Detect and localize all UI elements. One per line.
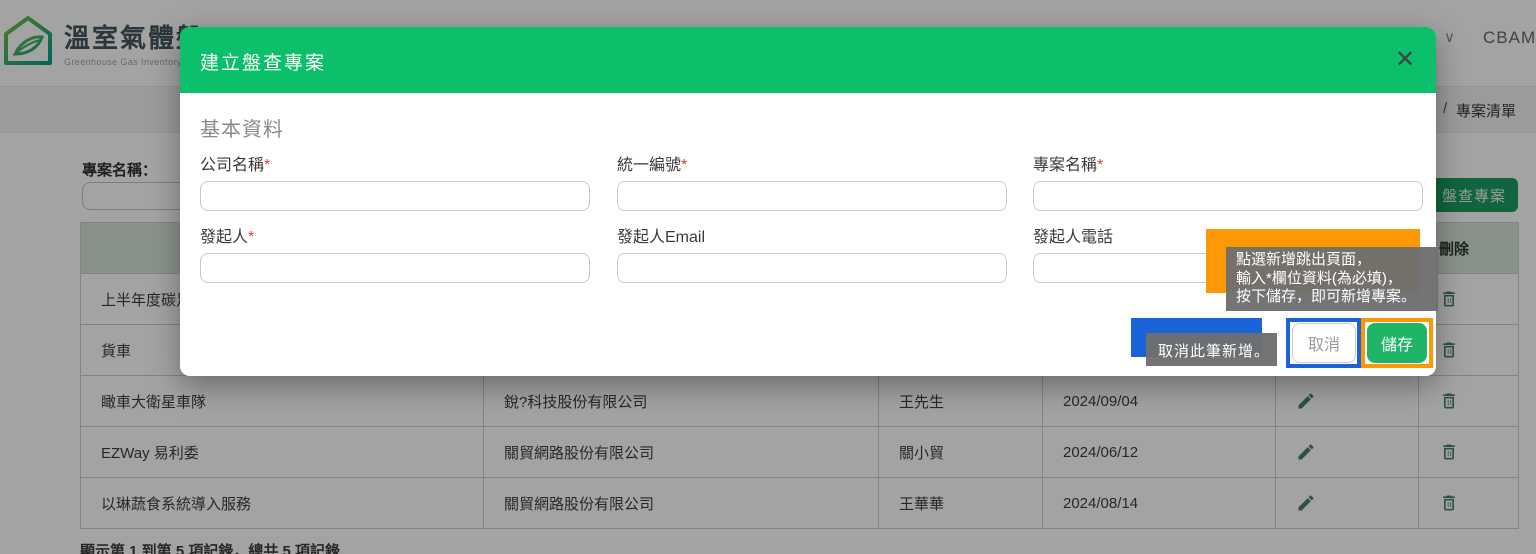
company-name-input[interactable] <box>200 181 590 211</box>
save-tooltip-line: 按下儲存，即可新增專案。 <box>1236 288 1428 307</box>
section-title-basic-info: 基本資料 <box>200 113 284 142</box>
field-initiator: 發起人* <box>200 223 590 283</box>
save-button-highlight <box>1361 318 1433 368</box>
save-tooltip: 點選新增跳出頁面， 輸入*欄位資料(為必填)， 按下儲存，即可新增專案。 <box>1226 247 1438 311</box>
required-asterisk: * <box>681 157 687 174</box>
project-name-input[interactable] <box>1033 181 1423 211</box>
initiator-input[interactable] <box>200 253 590 283</box>
initiator-email-input[interactable] <box>617 253 1007 283</box>
initiator-phone-label: 發起人電話 <box>1033 229 1113 246</box>
save-tooltip-line: 輸入*欄位資料(為必填)， <box>1236 270 1428 289</box>
required-asterisk: * <box>1097 157 1103 174</box>
field-initiator-email: 發起人Email <box>617 223 1007 283</box>
field-project-name: 專案名稱* <box>1033 151 1423 211</box>
close-icon[interactable]: ✕ <box>1388 43 1422 77</box>
field-tax-id: 統一編號* <box>617 151 1007 211</box>
modal-title: 建立盤查專案 <box>200 48 326 75</box>
save-tooltip-line: 點選新增跳出頁面， <box>1236 251 1428 270</box>
tax-id-label: 統一編號 <box>617 157 681 174</box>
cancel-button-highlight <box>1286 318 1361 368</box>
initiator-label: 發起人 <box>200 229 248 246</box>
required-asterisk: * <box>264 157 270 174</box>
tax-id-input[interactable] <box>617 181 1007 211</box>
cancel-tooltip: 取消此筆新增。 <box>1146 333 1277 366</box>
project-name-label: 專案名稱 <box>1033 157 1097 174</box>
required-asterisk: * <box>248 229 254 246</box>
field-company-name: 公司名稱* <box>200 151 590 211</box>
modal-header: 建立盤查專案 ✕ <box>180 27 1436 93</box>
company-name-label: 公司名稱 <box>200 157 264 174</box>
initiator-email-label: 發起人Email <box>617 229 705 246</box>
